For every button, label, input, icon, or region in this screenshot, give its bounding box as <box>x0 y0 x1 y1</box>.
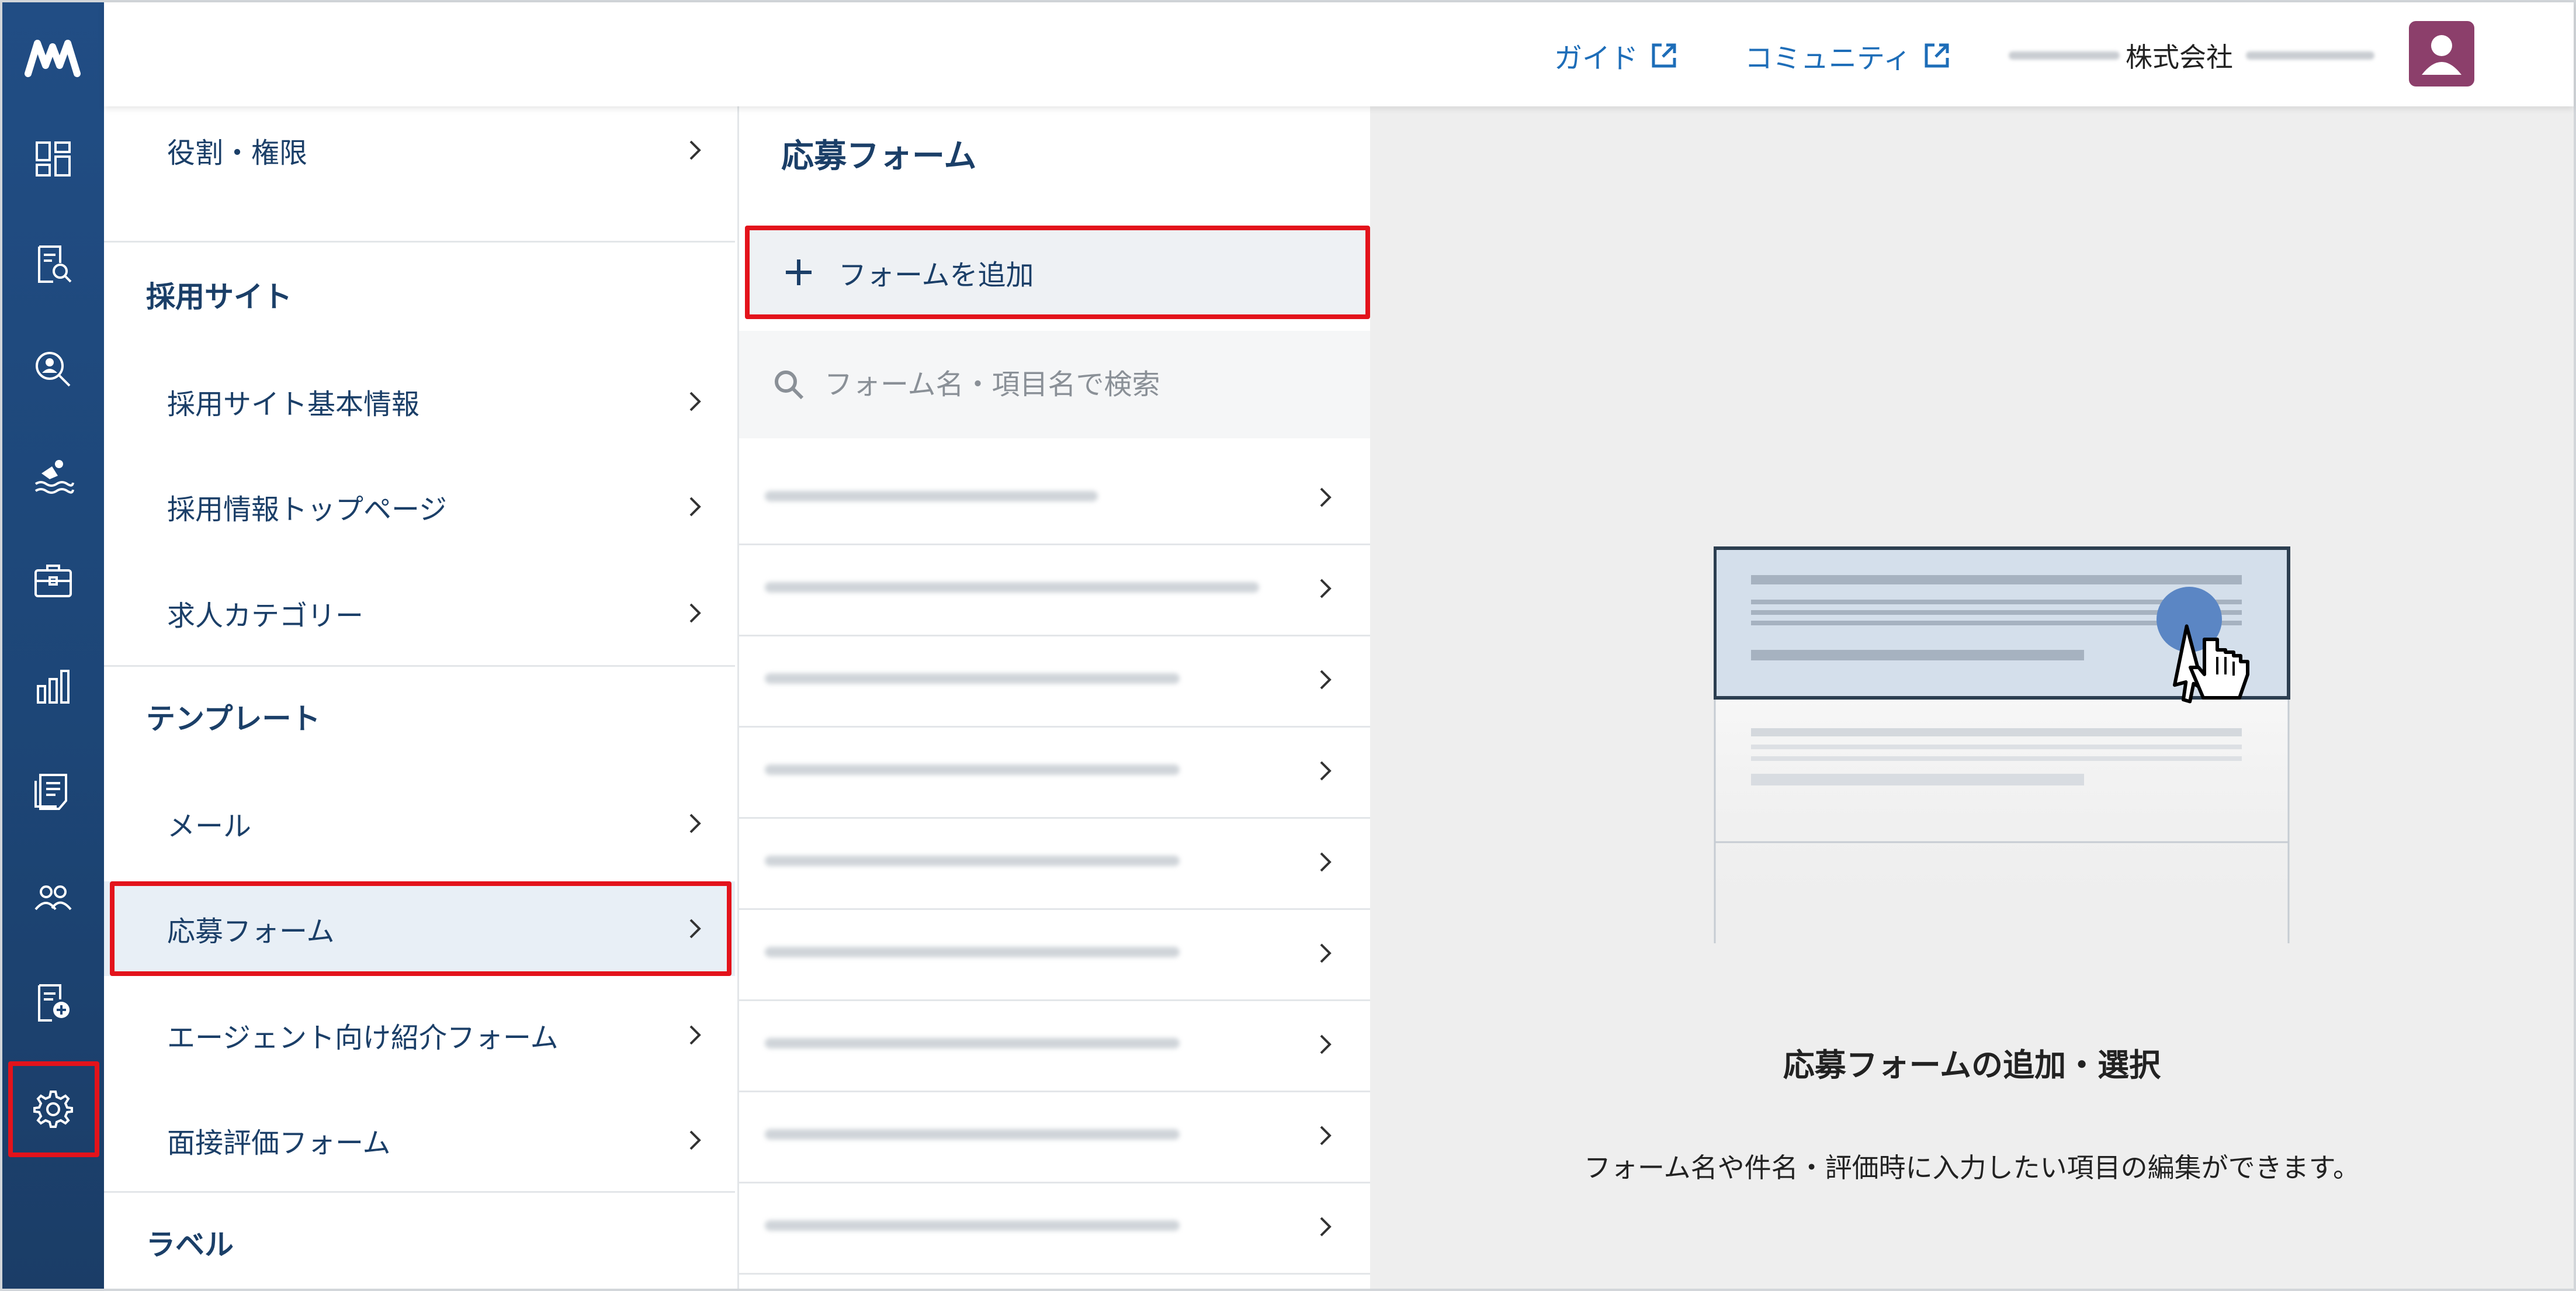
menu-item-job-category[interactable]: 求人カテゴリー <box>104 569 735 657</box>
chevron-right-icon <box>689 392 701 411</box>
chevron-right-icon <box>1320 1217 1332 1237</box>
job-search-icon[interactable] <box>32 243 74 285</box>
chevron-right-icon <box>689 140 701 160</box>
form-list-item[interactable] <box>739 1182 1370 1275</box>
redacted-form-name <box>765 947 1180 957</box>
menu-item-label: 面接評価フォーム <box>167 1127 391 1160</box>
divider <box>104 665 735 667</box>
user-icon <box>2422 35 2461 75</box>
redacted-form-name <box>765 856 1180 866</box>
menu-item-roles[interactable]: 役割・権限 <box>104 106 735 194</box>
form-list-item[interactable] <box>739 544 1370 636</box>
swimmer-icon[interactable] <box>32 454 74 496</box>
form-list-item[interactable] <box>739 817 1370 910</box>
redacted-text <box>2246 51 2374 60</box>
main-content: 応募フォームの追加・選択 フォーム名や件名・評価時に入力したい項目の編集ができま… <box>1370 106 2574 1289</box>
search-icon <box>775 371 804 400</box>
menu-item-label: 採用サイト基本情報 <box>167 388 420 421</box>
form-list-item[interactable] <box>739 452 1370 545</box>
redacted-form-name <box>765 1129 1180 1140</box>
document-add-icon[interactable] <box>32 982 74 1024</box>
chevron-right-icon <box>1320 579 1332 598</box>
settings-menu: 役割・権限 採用サイト 採用サイト基本情報 採用情報トップページ 求人カテゴリー… <box>104 106 735 1289</box>
menu-item-mail[interactable]: メール <box>104 780 735 867</box>
menu-item-label: 採用情報トップページ <box>167 493 448 526</box>
chevron-right-icon <box>1320 943 1332 963</box>
chevron-right-icon <box>1320 761 1332 781</box>
top-header: ガイド コミュニティ 株式会社 <box>104 2 2574 106</box>
form-list-item[interactable] <box>739 999 1370 1092</box>
selected-item-highlight <box>110 881 731 976</box>
community-link[interactable]: コミュニティ <box>1745 35 1953 76</box>
add-form-label: フォームを追加 <box>838 259 1034 292</box>
redacted-form-name <box>765 582 1259 593</box>
form-list-title: 応募フォーム <box>781 137 977 175</box>
section-heading-recruit-site: 採用サイト <box>146 280 292 314</box>
dashboard-icon[interactable] <box>32 138 74 180</box>
chevron-right-icon <box>1320 1034 1332 1054</box>
redacted-form-name <box>765 764 1180 775</box>
document-list-icon[interactable] <box>32 770 74 812</box>
logo-icon[interactable] <box>23 35 82 82</box>
form-search-bar <box>739 331 1370 438</box>
form-list-item[interactable] <box>739 635 1370 728</box>
section-heading-templates: テンプレート <box>146 702 321 736</box>
external-link-icon <box>1925 43 1949 68</box>
external-link-icon <box>1652 43 1676 68</box>
form-search-input[interactable] <box>823 368 1328 402</box>
avatar[interactable] <box>2409 21 2474 86</box>
chevron-right-icon <box>689 497 701 517</box>
company-label: 株式会社 <box>2126 41 2233 73</box>
menu-item-application-form[interactable]: 応募フォーム <box>104 881 735 976</box>
redacted-form-name <box>765 1038 1180 1048</box>
redacted-form-name <box>765 673 1180 684</box>
chevron-right-icon <box>1320 852 1332 872</box>
redacted-form-name <box>765 491 1098 501</box>
people-icon[interactable] <box>32 877 74 919</box>
form-select-illustration <box>1713 546 2298 943</box>
company-name: 株式会社 <box>2009 35 2374 76</box>
guide-link-label: ガイド <box>1554 42 1639 75</box>
divider <box>104 241 735 243</box>
chevron-right-icon <box>689 1025 701 1045</box>
active-settings-highlight <box>8 1061 99 1157</box>
plus-icon <box>786 259 812 285</box>
chevron-right-icon <box>1320 487 1332 507</box>
redacted-form-name <box>765 1220 1180 1231</box>
community-link-label: コミュニティ <box>1745 42 1912 75</box>
chevron-right-icon <box>1320 670 1332 690</box>
candidate-search-icon[interactable] <box>32 348 74 390</box>
menu-item-top-page[interactable]: 採用情報トップページ <box>104 463 735 551</box>
menu-item-label: 役割・権限 <box>167 137 308 169</box>
chevron-right-icon <box>1320 1126 1332 1145</box>
section-heading-labels: ラベル <box>146 1228 234 1262</box>
menu-item-label: エージェント向け紹介フォーム <box>167 1022 559 1054</box>
empty-state-heading: 応募フォームの追加・選択 <box>1783 1047 2161 1084</box>
divider <box>104 1191 735 1193</box>
menu-item-label: 求人カテゴリー <box>167 600 364 632</box>
chevron-right-icon <box>689 603 701 623</box>
chevron-right-icon <box>689 1130 701 1150</box>
briefcase-icon[interactable] <box>32 560 74 602</box>
menu-item-site-basic-info[interactable]: 採用サイト基本情報 <box>104 358 735 445</box>
bar-chart-icon[interactable] <box>32 665 74 707</box>
menu-item-interview-evaluation-form[interactable]: 面接評価フォーム <box>104 1096 735 1184</box>
form-list-item[interactable] <box>739 1091 1370 1183</box>
form-list-panel: 応募フォーム フォームを追加 <box>737 106 1370 1289</box>
add-form-button[interactable]: フォームを追加 <box>745 226 1370 319</box>
chevron-right-icon <box>689 814 701 833</box>
menu-item-agent-referral-form[interactable]: エージェント向け紹介フォーム <box>104 991 735 1079</box>
form-list-item[interactable] <box>739 726 1370 819</box>
menu-item-label: メール <box>167 810 252 843</box>
empty-state-description: フォーム名や件名・評価時に入力したい項目の編集ができます。 <box>1583 1152 2360 1183</box>
icon-rail <box>2 2 104 1289</box>
form-list-item[interactable] <box>739 908 1370 1001</box>
guide-link[interactable]: ガイド <box>1554 35 1680 76</box>
redacted-text <box>2009 51 2120 60</box>
